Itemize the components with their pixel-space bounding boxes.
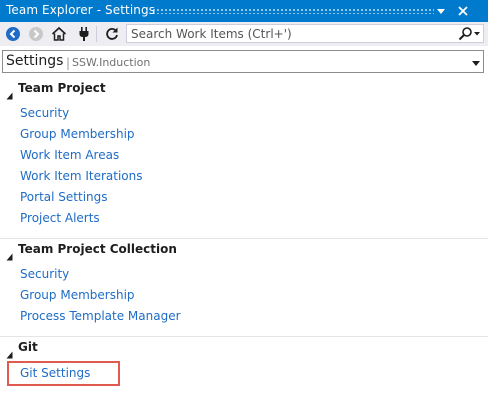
title-bar: Team Explorer - Settings	[0, 0, 488, 22]
back-arrow-icon[interactable]	[5, 26, 21, 42]
connect-plug-icon[interactable]	[76, 26, 92, 42]
window-title: Team Explorer - Settings	[6, 3, 156, 17]
link-project-alerts[interactable]: Project Alerts	[20, 211, 100, 225]
link-portal-settings[interactable]: Portal Settings	[20, 190, 108, 204]
toolbar-separator	[96, 26, 97, 42]
section-divider	[0, 238, 488, 239]
link-security[interactable]: Security	[20, 106, 69, 120]
link-git-settings[interactable]: Git Settings	[20, 366, 90, 380]
link-collection-security[interactable]: Security	[20, 267, 69, 281]
title-bar-grip[interactable]	[152, 8, 434, 14]
collapse-triangle-icon[interactable]	[6, 246, 13, 261]
forward-arrow-icon[interactable]	[28, 26, 44, 42]
collapse-triangle-icon[interactable]	[6, 85, 13, 100]
link-work-item-areas[interactable]: Work Item Areas	[20, 148, 119, 162]
section-title: Team Project	[18, 81, 106, 95]
section-title: Git	[18, 340, 38, 354]
page-header[interactable]: Settings | SSW.Induction	[2, 50, 484, 73]
project-context: SSW.Induction	[72, 56, 151, 69]
close-icon[interactable]	[455, 3, 471, 19]
header-dropdown-icon[interactable]	[471, 55, 481, 69]
link-work-item-iterations[interactable]: Work Item Iterations	[20, 169, 142, 183]
section-team-project-collection[interactable]: Team Project Collection	[0, 241, 488, 263]
link-group-membership[interactable]: Group Membership	[20, 127, 135, 141]
refresh-icon[interactable]	[104, 26, 120, 42]
home-icon[interactable]	[51, 26, 67, 42]
link-process-template-manager[interactable]: Process Template Manager	[20, 309, 181, 323]
search-icon[interactable]	[458, 26, 473, 41]
section-title: Team Project Collection	[18, 242, 177, 256]
link-collection-group-membership[interactable]: Group Membership	[20, 288, 135, 302]
collapse-triangle-icon[interactable]	[6, 344, 13, 359]
chevron-down-icon[interactable]	[473, 26, 481, 41]
toolbar	[0, 22, 488, 46]
section-divider	[0, 336, 488, 337]
section-git[interactable]: Git	[0, 339, 488, 361]
section-team-project[interactable]: Team Project	[0, 80, 488, 102]
header-separator: |	[66, 56, 71, 70]
window-menu-dropdown-icon[interactable]	[433, 3, 449, 19]
search-input[interactable]	[127, 25, 456, 42]
page-title: Settings	[6, 53, 64, 69]
search-box[interactable]	[126, 24, 484, 43]
